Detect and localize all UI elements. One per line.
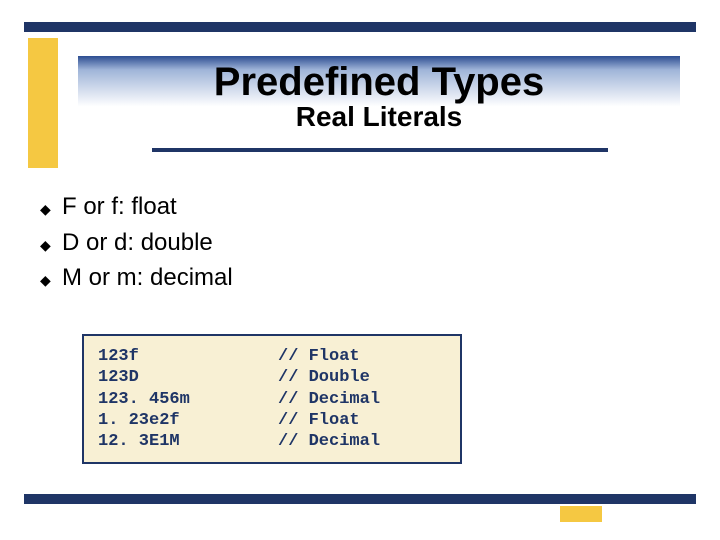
bullet-icon: ◆ bbox=[40, 200, 62, 220]
left-accent-bar bbox=[28, 38, 58, 168]
bullet-text: F or f: float bbox=[62, 190, 177, 224]
slide-subtitle: Real Literals bbox=[78, 101, 680, 133]
bullet-icon: ◆ bbox=[40, 236, 62, 256]
code-comment: // Decimal bbox=[278, 389, 380, 410]
code-row: 12. 3E1M // Decimal bbox=[98, 431, 446, 452]
slide-title: Predefined Types bbox=[78, 60, 680, 105]
code-comment: // Float bbox=[278, 410, 360, 431]
code-row: 123f // Float bbox=[98, 346, 446, 367]
title-underline bbox=[152, 148, 608, 152]
code-comment: // Double bbox=[278, 367, 370, 388]
code-literal: 123. 456m bbox=[98, 389, 278, 410]
code-row: 1. 23e2f // Float bbox=[98, 410, 446, 431]
title-box: Predefined Types Real Literals bbox=[78, 56, 680, 148]
bullet-list: ◆ F or f: float ◆ D or d: double ◆ M or … bbox=[40, 190, 233, 297]
code-literal: 1. 23e2f bbox=[98, 410, 278, 431]
list-item: ◆ D or d: double bbox=[40, 226, 233, 260]
bullet-icon: ◆ bbox=[40, 271, 62, 291]
list-item: ◆ F or f: float bbox=[40, 190, 233, 224]
bullet-text: M or m: decimal bbox=[62, 261, 233, 295]
bottom-accent-bar bbox=[24, 494, 696, 504]
code-comment: // Decimal bbox=[278, 431, 380, 452]
code-row: 123. 456m // Decimal bbox=[98, 389, 446, 410]
bullet-text: D or d: double bbox=[62, 226, 213, 260]
code-literal: 123f bbox=[98, 346, 278, 367]
top-accent-bar bbox=[24, 22, 696, 32]
code-box: 123f // Float 123D // Double 123. 456m /… bbox=[82, 334, 462, 464]
code-row: 123D // Double bbox=[98, 367, 446, 388]
slide: Predefined Types Real Literals ◆ F or f:… bbox=[0, 0, 720, 540]
code-comment: // Float bbox=[278, 346, 360, 367]
list-item: ◆ M or m: decimal bbox=[40, 261, 233, 295]
code-literal: 12. 3E1M bbox=[98, 431, 278, 452]
bottom-accent-square bbox=[560, 506, 602, 522]
code-literal: 123D bbox=[98, 367, 278, 388]
